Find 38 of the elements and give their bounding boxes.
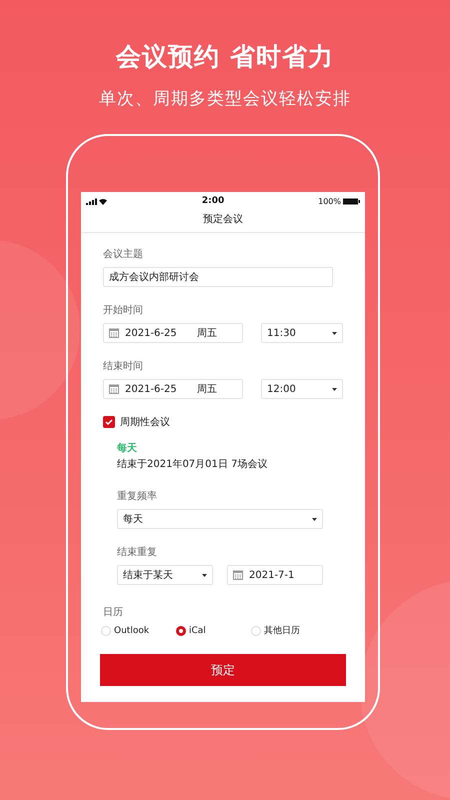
field-label: 重复频率 — [117, 490, 158, 503]
caret-icon — [202, 574, 207, 576]
end-mode-select[interactable]: 结束于某天 — [117, 565, 213, 585]
subject-field[interactable]: 成方会议内部研讨会 — [103, 267, 333, 287]
calendar-icon — [109, 384, 119, 394]
radio-label: Outlook — [114, 626, 150, 636]
date-field[interactable]: 2021-6-25 周五 — [103, 379, 243, 399]
subheadline: 单次、周期多类型会议轻松安排 — [99, 88, 351, 110]
status-time: 2:00 — [202, 196, 224, 206]
field-label: 会议主题 — [103, 248, 144, 261]
battery-icon — [342, 198, 360, 204]
field-label: 结束时间 — [103, 360, 144, 373]
screen-title: 预定会议 — [81, 207, 365, 233]
checkbox[interactable] — [103, 416, 115, 428]
submit-button[interactable]: 预定 — [100, 654, 346, 686]
time-select[interactable]: 11:30 — [261, 323, 343, 343]
date-field[interactable]: 2021-6-25 周五 — [103, 323, 243, 343]
headline: 会议预约 省时省力 — [116, 41, 334, 73]
field-label: 日历 — [103, 606, 124, 619]
date-field[interactable]: 2021-7-1 — [227, 565, 323, 585]
frequency-select[interactable]: 每天 — [117, 509, 323, 529]
calendar-icon — [109, 328, 119, 338]
field-label: 结束重复 — [117, 546, 158, 559]
field-label: 开始时间 — [103, 304, 144, 317]
check-icon — [105, 419, 113, 425]
caret-icon — [332, 332, 337, 334]
checkbox-label: 周期性会议 — [120, 416, 170, 429]
battery-percent: 100% — [318, 196, 341, 206]
recurrence-summary: 结束于2021年07月01日 7场会议 — [117, 458, 268, 471]
signal-wifi-icon — [86, 198, 108, 204]
radio-button[interactable] — [176, 626, 186, 636]
radio-label: 其他日历 — [264, 624, 300, 637]
time-select[interactable]: 12:00 — [261, 379, 343, 399]
radio-label: iCal — [189, 626, 206, 636]
recurrence-frequency: 每天 — [117, 442, 138, 455]
caret-icon — [312, 518, 317, 520]
calendar-icon — [233, 570, 243, 580]
caret-icon — [332, 388, 337, 390]
